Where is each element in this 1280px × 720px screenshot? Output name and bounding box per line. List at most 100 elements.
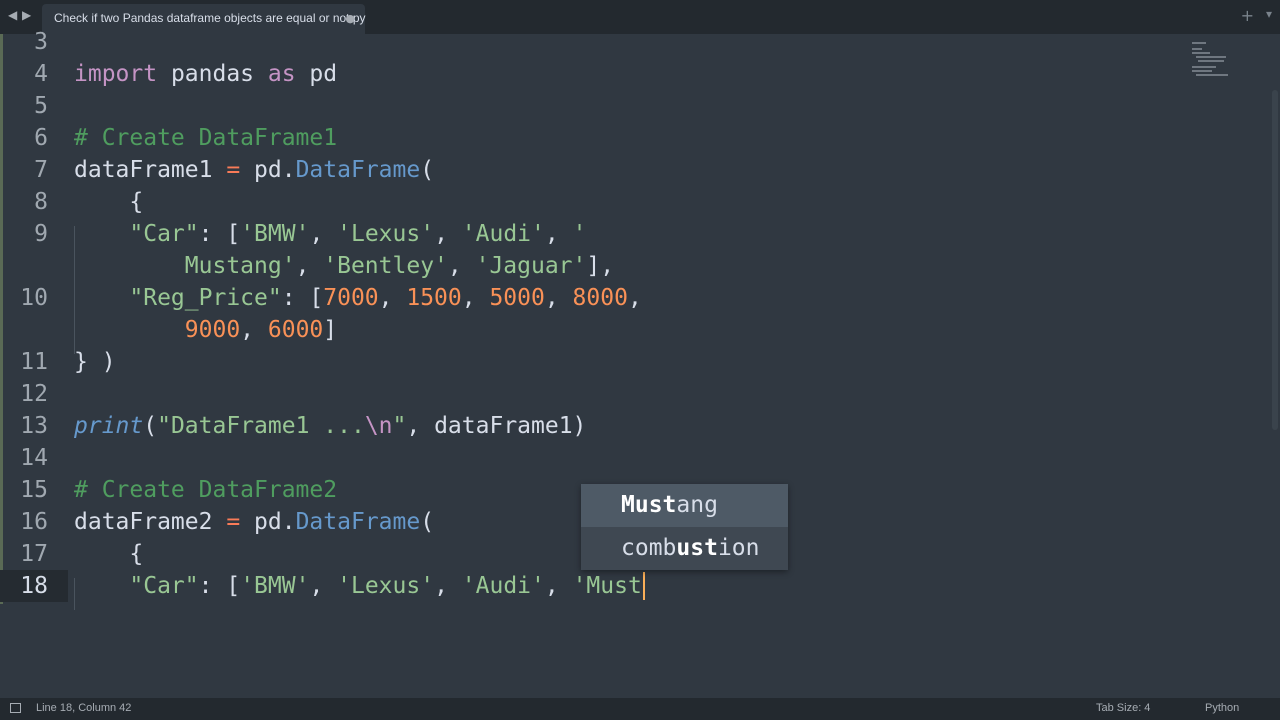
line-number: 7	[34, 157, 48, 183]
code-token: 'Audi'	[461, 221, 545, 247]
code-token: ,	[309, 573, 338, 599]
code-line[interactable]: 10 "Reg_Price": [7000, 1500, 5000, 8000,	[0, 282, 1180, 314]
code-line[interactable]: 7 dataFrame1 = pd.DataFrame(	[0, 154, 1180, 186]
code-token: 'Jaguar'	[475, 253, 587, 279]
code-token: =	[226, 509, 241, 535]
code-line[interactable]: 9 "Car": ['BMW', 'Lexus', 'Audi', '	[0, 218, 1180, 250]
cursor-position: Line 18, Column 42	[36, 702, 132, 714]
code-token: 'Audi'	[461, 573, 545, 599]
code-token: print	[74, 413, 144, 439]
line-number: 18	[0, 570, 68, 602]
code-token: 'BMW'	[240, 221, 310, 247]
code-token: ,	[544, 285, 573, 311]
line-number: 16	[20, 509, 48, 535]
code-token: 6000	[267, 317, 324, 343]
code-text: 9000, 6000]	[74, 314, 337, 346]
code-token: pd.	[240, 509, 296, 535]
code-token: {	[74, 189, 144, 215]
code-text: dataFrame2 = pd.DataFrame(	[74, 506, 434, 538]
code-line[interactable]: 13 print("DataFrame1 ...\n", dataFrame1)	[0, 410, 1180, 442]
back-arrow-icon[interactable]: ◀	[8, 8, 17, 22]
code-token: ],	[586, 253, 615, 279]
code-line[interactable]: 14	[0, 442, 1180, 474]
code-text: } )	[74, 346, 116, 378]
code-text: dataFrame1 = pd.DataFrame(	[74, 154, 434, 186]
code-token: ,	[434, 221, 462, 247]
code-token: 9000	[184, 317, 241, 343]
code-token: ,	[544, 573, 573, 599]
autocomplete-rest: ang	[676, 492, 718, 518]
forward-arrow-icon[interactable]: ▶	[22, 8, 31, 22]
code-line[interactable]: 5	[0, 90, 1180, 122]
line-number: 5	[34, 93, 48, 119]
code-token: pd	[295, 61, 338, 87]
tab-list-chevron-icon[interactable]: ▾	[1266, 7, 1272, 21]
code-token: as	[267, 61, 296, 87]
line-number: 14	[20, 445, 48, 471]
code-token: Mustang'	[184, 253, 296, 279]
panel-toggle-icon[interactable]	[10, 703, 21, 713]
autocomplete-match: Must	[621, 492, 677, 518]
code-text: # Create DataFrame1	[74, 122, 337, 154]
autocomplete-match: ust	[676, 535, 718, 561]
autocomplete-pre: comb	[621, 535, 677, 561]
autocomplete-item-mustang[interactable]: Mustang	[581, 484, 788, 527]
code-text: {	[74, 538, 143, 570]
code-line[interactable]: 8 {	[0, 186, 1180, 218]
code-text: "Car": ['BMW', 'Lexus', 'Audi', '	[74, 218, 586, 250]
code-token: dataFrame1	[74, 157, 227, 183]
tab-title: Check if two Pandas dataframe objects ar…	[54, 11, 366, 25]
code-token: =	[226, 157, 241, 183]
code-text: Mustang', 'Bentley', 'Jaguar'],	[74, 250, 614, 282]
line-number: 4	[34, 61, 48, 87]
line-number: 9	[34, 221, 48, 247]
code-token: , dataFrame1)	[406, 413, 587, 439]
code-token: DataFrame	[295, 157, 421, 183]
code-line[interactable]: 11} )	[0, 346, 1180, 378]
code-line[interactable]: 9000, 6000]	[0, 314, 1180, 346]
line-number: 10	[20, 285, 48, 311]
text-cursor	[642, 572, 645, 600]
code-token: pandas	[157, 61, 268, 87]
code-token: "	[392, 413, 407, 439]
code-token: : [	[198, 573, 241, 599]
code-token: "Reg_Price"	[129, 285, 282, 311]
line-number: 6	[34, 125, 48, 151]
code-line[interactable]: 3	[0, 26, 1180, 58]
autocomplete-post: ion	[717, 535, 760, 561]
code-token: (	[143, 413, 158, 439]
code-token: ,	[434, 573, 462, 599]
code-token: ,	[295, 253, 324, 279]
code-text: {	[74, 186, 143, 218]
code-token: ,	[309, 221, 338, 247]
code-token: "Car"	[129, 573, 199, 599]
code-text: "Reg_Price": [7000, 1500, 5000, 8000,	[74, 282, 641, 314]
code-line[interactable]: Mustang', 'Bentley', 'Jaguar'],	[0, 250, 1180, 282]
code-token: ,	[461, 285, 490, 311]
code-text: "Car": ['BMW', 'Lexus', 'Audi', 'Must	[74, 570, 641, 602]
minimap[interactable]	[1192, 40, 1232, 80]
new-tab-icon[interactable]: +	[1241, 6, 1254, 25]
code-token: \n	[364, 413, 393, 439]
autocomplete-item-combustion[interactable]: combustion	[581, 527, 788, 570]
syntax-selector[interactable]: Python	[1205, 702, 1239, 714]
code-token: 'Lexus'	[337, 221, 435, 247]
vertical-scrollbar[interactable]	[1272, 90, 1278, 430]
code-line[interactable]: 18 "Car": ['BMW', 'Lexus', 'Audi', 'Must	[0, 570, 1180, 602]
code-editor[interactable]: 3 4 import pandas as pd 5 6 # Create DataFram…	[0, 29, 1280, 698]
code-token: ]	[323, 317, 338, 343]
unsaved-dot-icon[interactable]: ●	[345, 12, 355, 25]
code-token: 1500	[406, 285, 462, 311]
code-line[interactable]: 12	[0, 378, 1180, 410]
code-line[interactable]: 6 # Create DataFrame1	[0, 122, 1180, 154]
code-token: "DataFrame1 ...	[157, 413, 365, 439]
code-line[interactable]: 4 import pandas as pd	[0, 58, 1180, 90]
tab-size-selector[interactable]: Tab Size: 4	[1096, 702, 1150, 714]
code-token: 'Bentley'	[323, 253, 448, 279]
code-token: # Create DataFrame1	[74, 125, 338, 151]
line-number: 17	[20, 541, 48, 567]
code-token: (	[420, 509, 435, 535]
code-token: 5000	[489, 285, 545, 311]
